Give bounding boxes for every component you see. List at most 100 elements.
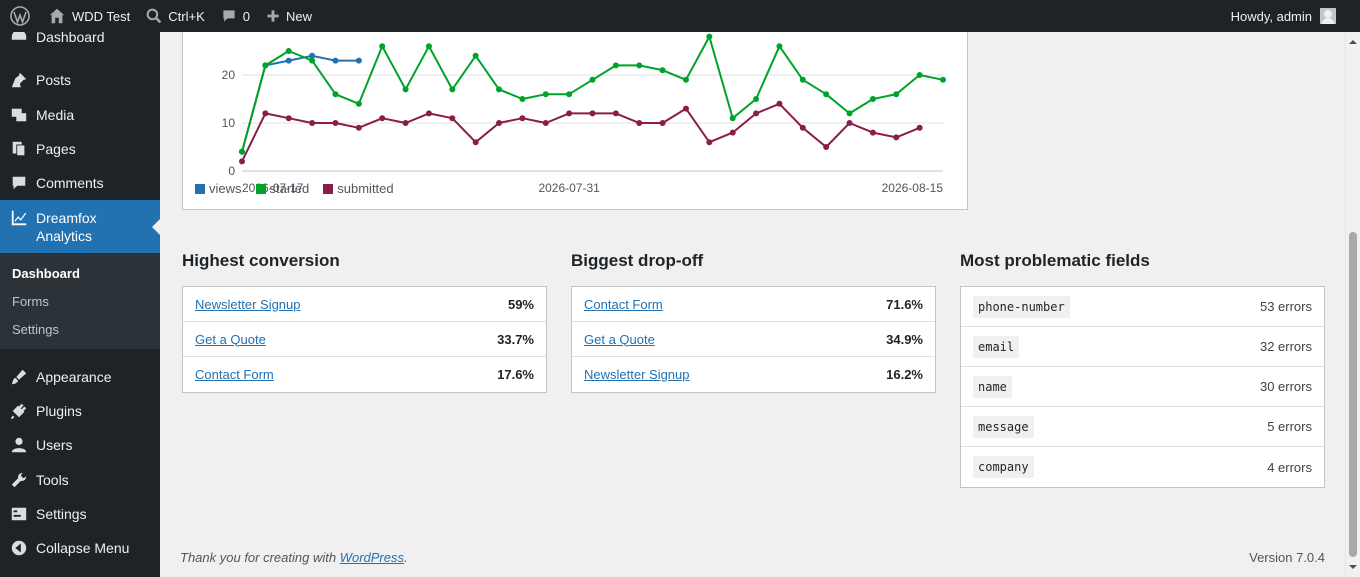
settings-icon	[0, 505, 36, 523]
form-link[interactable]: Contact Form	[195, 367, 274, 382]
footer-thanks: Thank you for creating with WordPress.	[180, 550, 408, 565]
collapse-icon	[0, 539, 36, 557]
data-point-started	[332, 91, 339, 98]
data-point-started	[776, 43, 783, 50]
list-item: Get a Quote 34.9%	[572, 322, 935, 357]
site-name-link[interactable]: WDD Test	[40, 0, 138, 32]
series-line-submitted	[241, 102, 921, 162]
legend-label: started	[269, 181, 310, 196]
data-point-views	[355, 57, 362, 64]
data-point-started	[589, 76, 596, 83]
conversion-rate: 17.6%	[497, 367, 534, 382]
data-point-submitted	[659, 120, 666, 126]
legend-item-submitted: submitted	[323, 181, 394, 196]
menu-pages[interactable]: Pages	[0, 138, 160, 160]
data-point-submitted	[589, 110, 596, 117]
list-item: Newsletter Signup 59%	[183, 287, 546, 322]
data-point-started	[472, 52, 479, 59]
menu-label: Dreamfox Analytics	[36, 210, 97, 244]
data-point-started	[309, 57, 316, 64]
scroll-down-arrow-icon[interactable]	[1349, 565, 1357, 573]
data-point-submitted	[379, 115, 386, 122]
command-search-button[interactable]: Ctrl+K	[138, 0, 212, 32]
menu-label: Settings	[36, 506, 87, 522]
dropoff-rate: 16.2%	[886, 367, 923, 382]
legend-item-started: started	[255, 181, 310, 196]
search-icon	[146, 8, 162, 24]
data-point-submitted	[846, 120, 853, 126]
analytics-submenu: Dashboard Forms Settings	[0, 253, 160, 349]
menu-comments[interactable]: Comments	[0, 172, 160, 194]
data-point-started	[262, 62, 269, 69]
data-point-started	[940, 76, 946, 83]
menu-label: Tools	[36, 472, 69, 488]
data-point-submitted	[753, 110, 760, 117]
collapse-menu-button[interactable]: Collapse Menu	[0, 537, 160, 559]
form-link[interactable]: Newsletter Signup	[195, 297, 301, 312]
data-point-submitted	[869, 129, 876, 136]
scroll-up-arrow-icon[interactable]	[1349, 36, 1357, 44]
data-point-started	[682, 76, 689, 83]
menu-label: Appearance	[36, 369, 112, 385]
data-point-submitted	[285, 115, 292, 122]
list-item: Get a Quote 33.7%	[183, 322, 546, 357]
data-point-started	[753, 96, 760, 102]
form-link[interactable]: Get a Quote	[584, 332, 655, 347]
menu-media[interactable]: Media	[0, 104, 160, 126]
menu-dashboard[interactable]: Dashboard	[0, 32, 160, 48]
field-name: company	[973, 456, 1034, 478]
field-name: name	[973, 375, 1012, 398]
data-point-started	[379, 43, 386, 50]
menu-tools[interactable]: Tools	[0, 469, 160, 491]
data-point-started	[519, 96, 526, 102]
comments-link[interactable]: 0	[213, 0, 258, 32]
menu-label: Pages	[36, 141, 76, 157]
data-point-submitted	[823, 144, 830, 150]
error-count: 30 errors	[1259, 379, 1312, 394]
menu-dreamfox-analytics[interactable]: Dreamfox Analytics	[0, 200, 160, 253]
my-account-menu[interactable]: Howdy, admin	[1231, 8, 1360, 24]
data-point-submitted	[542, 120, 549, 126]
new-content-button[interactable]: New	[258, 0, 320, 32]
error-count: 32 errors	[1259, 339, 1312, 354]
legend-swatch	[323, 183, 334, 194]
comment-icon	[0, 174, 36, 192]
data-point-started	[285, 48, 292, 54]
legend-label: views	[209, 181, 242, 196]
menu-settings[interactable]: Settings	[0, 503, 160, 525]
page-scrollbar[interactable]	[1345, 32, 1360, 577]
wordpress-logo-icon	[10, 6, 30, 26]
submenu-dashboard[interactable]: Dashboard	[12, 266, 80, 281]
analytics-chart-card: 0 10 20 2026-07-17 2026-07-31 2026-08-15 view…	[182, 12, 968, 210]
list-item: Contact Form 17.6%	[183, 357, 546, 392]
menu-label: Users	[36, 437, 73, 453]
highest-conversion-title: Highest conversion	[182, 251, 340, 270]
wordpress-logo-button[interactable]	[0, 0, 40, 32]
search-shortcut: Ctrl+K	[168, 8, 205, 24]
data-point-submitted	[309, 120, 316, 126]
footer-version: Version 7.0.4	[1249, 550, 1325, 565]
x-tick-label: 2026-07-31	[538, 181, 600, 195]
form-link[interactable]: Newsletter Signup	[584, 367, 690, 382]
data-point-started	[893, 91, 900, 98]
menu-users[interactable]: Users	[0, 434, 160, 456]
avatar	[1320, 8, 1336, 24]
menu-posts[interactable]: Posts	[0, 69, 160, 91]
form-link[interactable]: Contact Form	[584, 297, 663, 312]
menu-appearance[interactable]: Appearance	[0, 366, 160, 388]
data-point-submitted	[566, 110, 573, 117]
menu-plugins[interactable]: Plugins	[0, 400, 160, 422]
dropoff-rate: 71.6%	[886, 296, 923, 312]
x-tick-label: 2026-08-15	[882, 181, 944, 195]
data-point-submitted	[706, 139, 713, 146]
legend-item-views: views	[195, 181, 242, 196]
data-point-started	[612, 62, 619, 69]
wordpress-link[interactable]: WordPress	[340, 550, 404, 565]
data-point-started	[916, 72, 923, 78]
scrollbar-thumb[interactable]	[1349, 232, 1357, 557]
submenu-settings[interactable]: Settings	[12, 322, 59, 337]
form-link[interactable]: Get a Quote	[195, 332, 266, 347]
data-point-started	[402, 86, 409, 93]
submenu-forms[interactable]: Forms	[12, 294, 49, 309]
data-point-views	[332, 57, 339, 64]
